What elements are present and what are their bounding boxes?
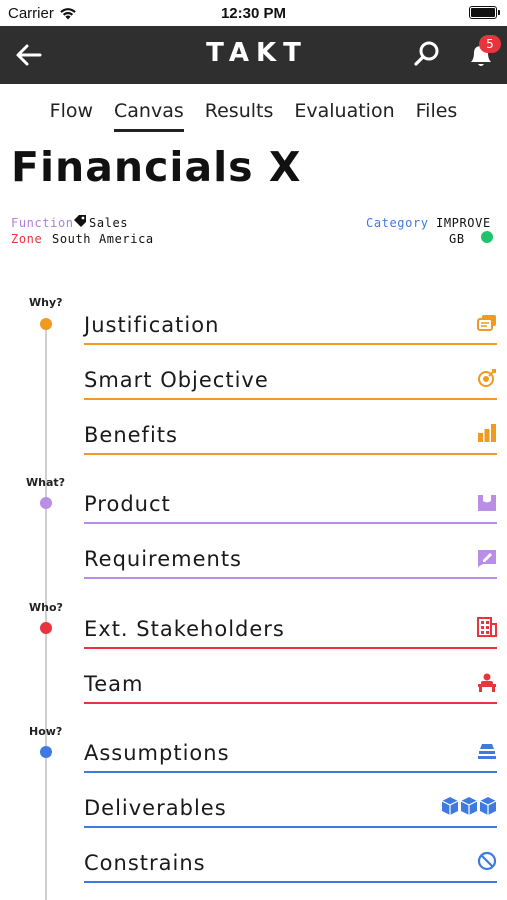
zone-value: South America bbox=[52, 232, 154, 246]
stacked-layers-icon bbox=[478, 744, 496, 759]
bar-chart-icon bbox=[478, 424, 496, 442]
app-bar: TAKT 5 bbox=[0, 26, 507, 84]
section-dot-what bbox=[40, 497, 52, 509]
tag-icon bbox=[74, 215, 86, 227]
section-label-what: What? bbox=[26, 476, 66, 489]
item-underline bbox=[84, 453, 497, 455]
canvas-item-benefits[interactable]: Benefits bbox=[84, 400, 497, 455]
chat-bubbles-icon bbox=[477, 315, 496, 331]
tab-flow[interactable]: Flow bbox=[50, 100, 93, 132]
no-entry-icon bbox=[477, 851, 497, 871]
product-box-icon bbox=[478, 495, 496, 511]
item-label: Team bbox=[84, 672, 144, 696]
tab-files[interactable]: Files bbox=[416, 100, 458, 132]
section-label-who: Who? bbox=[29, 601, 63, 614]
status-bar: Carrier 12:30 PM bbox=[0, 0, 507, 26]
section-dot-who bbox=[40, 622, 52, 634]
item-label: Constrains bbox=[84, 851, 206, 875]
function-label: Function bbox=[11, 216, 74, 230]
canvas-item-assumptions[interactable]: Assumptions bbox=[84, 718, 497, 773]
item-label: Deliverables bbox=[84, 796, 227, 820]
target-icon bbox=[478, 369, 496, 387]
boxes-icon bbox=[441, 797, 497, 815]
item-underline bbox=[84, 702, 497, 704]
section-label-why: Why? bbox=[29, 296, 63, 309]
tab-results[interactable]: Results bbox=[205, 100, 274, 132]
canvas-item-deliverables[interactable]: Deliverables bbox=[84, 773, 497, 828]
item-label: Requirements bbox=[84, 547, 242, 571]
function-value: Sales bbox=[89, 216, 129, 230]
region-value: GB bbox=[449, 232, 465, 246]
clock: 12:30 PM bbox=[220, 5, 287, 22]
status-dot bbox=[481, 231, 493, 243]
canvas-item-smart-objective[interactable]: Smart Objective bbox=[84, 345, 497, 400]
item-underline bbox=[84, 577, 497, 579]
canvas-item-justification[interactable]: Justification bbox=[84, 290, 497, 345]
search-icon[interactable] bbox=[412, 39, 442, 69]
page-title: Financials X bbox=[11, 143, 302, 191]
building-icon bbox=[477, 617, 497, 637]
item-label: Smart Objective bbox=[84, 368, 269, 392]
canvas-item-ext-stakeholders[interactable]: Ext. Stakeholders bbox=[84, 594, 497, 649]
item-label: Product bbox=[84, 492, 171, 516]
tab-bar: Flow Canvas Results Evaluation Files bbox=[0, 100, 507, 134]
item-label: Assumptions bbox=[84, 741, 230, 765]
battery-icon bbox=[469, 6, 500, 19]
section-dot-how bbox=[40, 746, 52, 758]
category-value: IMPROVE bbox=[436, 216, 491, 230]
item-underline bbox=[84, 881, 497, 883]
item-label: Ext. Stakeholders bbox=[84, 617, 285, 641]
canvas-item-constrains[interactable]: Constrains bbox=[84, 828, 497, 883]
canvas-item-team[interactable]: Team bbox=[84, 649, 497, 704]
zone-label: Zone bbox=[11, 232, 43, 246]
section-dot-why bbox=[40, 318, 52, 330]
tab-evaluation[interactable]: Evaluation bbox=[294, 100, 394, 132]
canvas-item-requirements[interactable]: Requirements bbox=[84, 524, 497, 579]
category-label: Category bbox=[366, 216, 429, 230]
canvas-item-product[interactable]: Product bbox=[84, 469, 497, 524]
edit-note-icon bbox=[478, 550, 496, 567]
tab-canvas[interactable]: Canvas bbox=[114, 100, 184, 132]
item-label: Benefits bbox=[84, 423, 178, 447]
notification-badge[interactable]: 5 bbox=[479, 35, 501, 53]
section-label-how: How? bbox=[29, 725, 63, 738]
item-label: Justification bbox=[84, 313, 220, 337]
team-desk-icon bbox=[478, 673, 496, 692]
